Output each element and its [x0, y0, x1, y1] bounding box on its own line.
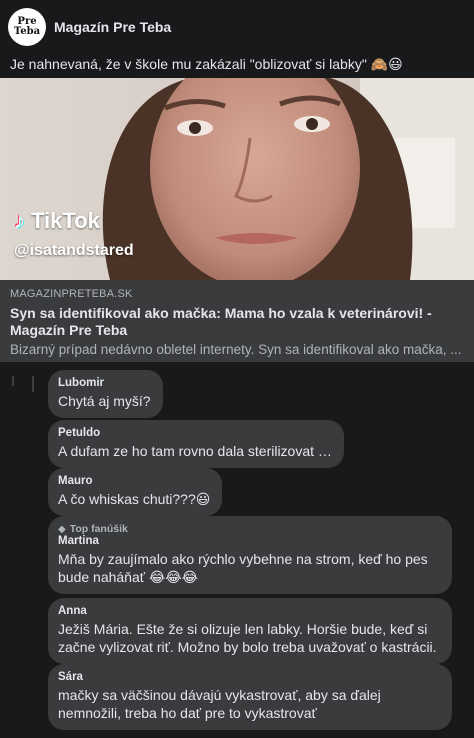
comment-text: A čo whiskas chuti???😃 — [58, 491, 211, 507]
comment-bubble[interactable]: Sára mačky sa väčšinou dávajú vykastrova… — [48, 664, 452, 730]
comment-author[interactable]: Petuldo — [58, 427, 332, 439]
comment-bubble[interactable]: Lubomir Chytá aj myší? — [48, 370, 163, 418]
comment-bubble[interactable]: Petuldo A dufam ze ho tam rovno dala ste… — [48, 420, 344, 468]
comment-author[interactable]: Anna — [58, 605, 440, 617]
comment-text: Mňa by zaujímalo ako rýchlo vybehne na s… — [58, 551, 428, 585]
link-title: Syn sa identifikoval ako mačka: Mama ho … — [10, 305, 432, 338]
comment-author[interactable]: Martina — [58, 535, 440, 547]
diamond-icon: ◆ — [58, 523, 66, 535]
comment-author[interactable]: Lubomir — [58, 377, 151, 389]
link-domain: MAGAZINPRETEBA.SK — [10, 288, 133, 300]
comment-bubble[interactable]: Mauro A čo whiskas chuti???😃 — [48, 468, 223, 516]
tiktok-logo-text: TikTok — [31, 208, 100, 233]
tiktok-handle: @isatandstared — [14, 242, 134, 259]
page-name[interactable]: Magazín Pre Teba — [54, 19, 171, 35]
comment-bubble[interactable]: ◆ Top fanúšik Martina Mňa by zaujímalo a… — [48, 516, 452, 594]
link-preview-card[interactable]: MAGAZINPRETEBA.SK Syn sa identifikoval a… — [0, 280, 474, 362]
comment-text: Ježiš Mária. Ešte že si olizuje len labk… — [58, 621, 437, 655]
comment-text: mačky sa väčšinou dávajú vykastrovať, ab… — [58, 687, 381, 721]
comment-author[interactable]: Sára — [58, 671, 440, 683]
comment-author[interactable]: Mauro — [58, 475, 210, 487]
comment-text: A dufam ze ho tam rovno dala sterilizova… — [58, 443, 332, 459]
post-header: Pre Teba Magazín Pre Teba — [0, 0, 474, 52]
tiktok-watermark: ♪ TikTok — [14, 208, 100, 234]
thread-line — [12, 376, 14, 386]
post-text: Je nahnevaná, že v škole mu zakázali "ob… — [10, 56, 403, 72]
tiktok-note-icon: ♪ — [14, 208, 25, 233]
thread-line — [32, 376, 34, 392]
link-description: Bizarný prípad nedávno obletel internety… — [10, 342, 462, 357]
post-video-thumbnail[interactable]: ♪ TikTok @isatandstared — [0, 78, 474, 280]
page-avatar[interactable]: Pre Teba — [8, 8, 46, 46]
comment-text: Chytá aj myší? — [58, 393, 151, 409]
badge-label: Top fanúšik — [69, 523, 128, 535]
top-fan-badge: ◆ Top fanúšik — [58, 523, 440, 535]
comments-section: Lubomir Chytá aj myší? Petuldo A dufam z… — [0, 362, 474, 738]
avatar-text-line2: Teba — [13, 26, 41, 37]
comment-bubble[interactable]: Anna Ježiš Mária. Ešte že si olizuje len… — [48, 598, 452, 664]
